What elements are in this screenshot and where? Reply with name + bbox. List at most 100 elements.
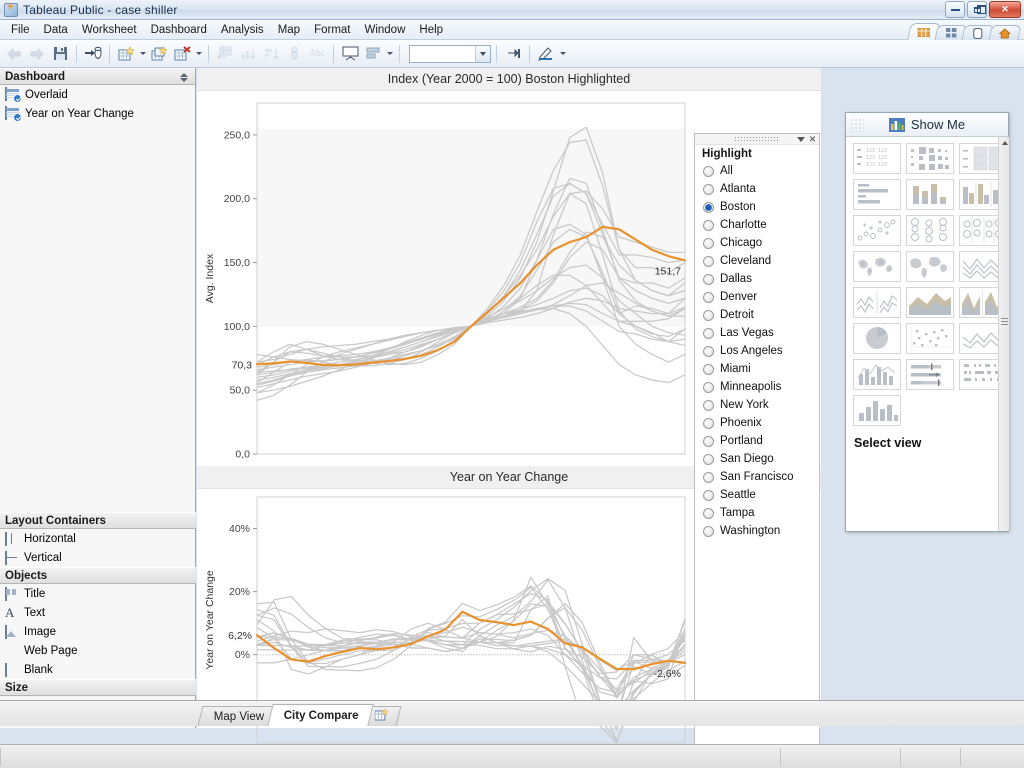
radio-button[interactable] [703, 201, 714, 213]
dashboard-sheet-overlaid[interactable]: Overlaid [0, 85, 195, 104]
clear-sheet-button[interactable] [171, 43, 193, 65]
radio-button[interactable] [703, 507, 714, 519]
minimize-button[interactable] [945, 1, 965, 18]
card-menu-dropdown-icon[interactable] [795, 134, 806, 145]
radio-button[interactable] [703, 237, 714, 249]
restore-button[interactable] [967, 1, 987, 18]
filled-map-thumb[interactable] [853, 251, 901, 282]
highlight-option-washington[interactable]: Washington [695, 522, 819, 540]
tab-city-compare[interactable]: City Compare [267, 704, 374, 726]
scrollbar-grip[interactable] [1001, 318, 1008, 327]
highlight-option-san-diego[interactable]: San Diego [695, 450, 819, 468]
radio-button[interactable] [703, 399, 714, 411]
menu-item-help[interactable]: Help [412, 22, 450, 38]
menu-item-format[interactable]: Format [307, 22, 357, 38]
object-text[interactable]: A Text [0, 603, 196, 622]
radio-button[interactable] [703, 363, 714, 375]
menu-item-file[interactable]: File [4, 22, 37, 38]
radio-button[interactable] [703, 435, 714, 447]
drag-grip-icon[interactable] [850, 118, 864, 132]
radio-button[interactable] [703, 471, 714, 483]
menu-item-dashboard[interactable]: Dashboard [144, 22, 214, 38]
horizontal-bar-thumb[interactable] [853, 179, 901, 210]
fit-combo[interactable] [409, 44, 491, 63]
swap-rows-columns-button[interactable] [214, 43, 236, 65]
highlight-option-boston[interactable]: Boston [695, 198, 819, 216]
new-worksheet-dropdown[interactable] [138, 43, 147, 65]
highlight-option-denver[interactable]: Denver [695, 288, 819, 306]
sort-descending-button[interactable] [260, 43, 282, 65]
format-button[interactable] [535, 43, 557, 65]
radio-button[interactable] [703, 291, 714, 303]
show-me-scrollbar[interactable] [998, 137, 1009, 531]
tab-map-view[interactable]: Map View [197, 706, 279, 726]
object-web-page[interactable]: Web Page [0, 641, 196, 660]
highlight-option-miami[interactable]: Miami [695, 360, 819, 378]
circle-view-thumb[interactable] [906, 215, 954, 246]
dashboard-sheet-year-on-year-change[interactable]: Year on Year Change [0, 104, 195, 123]
back-button[interactable] [3, 43, 25, 65]
highlight-option-new-york[interactable]: New York [695, 396, 819, 414]
highlight-option-tampa[interactable]: Tampa [695, 504, 819, 522]
connect-to-data-button[interactable] [82, 43, 104, 65]
pie-chart-thumb[interactable] [853, 323, 901, 354]
radio-button[interactable] [703, 165, 714, 177]
menu-item-window[interactable]: Window [357, 22, 412, 38]
radio-button[interactable] [703, 327, 714, 339]
highlight-option-phoenix[interactable]: Phoenix [695, 414, 819, 432]
radio-button[interactable] [703, 183, 714, 195]
close-icon[interactable]: ✕ [807, 134, 818, 145]
radio-button[interactable] [703, 417, 714, 429]
presentation-mode-button[interactable] [339, 43, 361, 65]
layout-container-horizontal[interactable]: Horizontal [0, 529, 196, 548]
format-dropdown[interactable] [558, 43, 567, 65]
highlight-option-portland[interactable]: Portland [695, 432, 819, 450]
menu-item-map[interactable]: Map [271, 22, 307, 38]
clear-sheet-dropdown[interactable] [194, 43, 203, 65]
drag-grip-icon[interactable] [734, 136, 780, 142]
text-table-thumb[interactable]: 123 123 123 123 123 123 [853, 143, 901, 174]
radio-button[interactable] [703, 255, 714, 267]
radio-button[interactable] [703, 345, 714, 357]
duplicate-sheet-button[interactable] [148, 43, 170, 65]
highlight-option-los-angeles[interactable]: Los Angeles [695, 342, 819, 360]
bullet-graph-thumb[interactable] [906, 359, 954, 390]
radio-button[interactable] [703, 525, 714, 537]
menu-item-analysis[interactable]: Analysis [214, 22, 271, 38]
menu-item-data[interactable]: Data [37, 22, 75, 38]
highlight-option-seattle[interactable]: Seattle [695, 486, 819, 504]
highlight-option-san-francisco[interactable]: San Francisco [695, 468, 819, 486]
highlight-option-all[interactable]: All [695, 162, 819, 180]
highlight-option-atlanta[interactable]: Atlanta [695, 180, 819, 198]
highlight-option-minneapolis[interactable]: Minneapolis [695, 378, 819, 396]
object-blank[interactable]: Blank [0, 660, 196, 679]
line-continuous-thumb[interactable] [853, 287, 901, 318]
area-continuous-thumb[interactable] [906, 287, 954, 318]
sort-spinner-icon[interactable] [179, 71, 189, 83]
dual-combination-thumb[interactable] [853, 359, 901, 390]
symbol-map-thumb[interactable] [853, 215, 901, 246]
highlight-option-las-vegas[interactable]: Las Vegas [695, 324, 819, 342]
radio-button[interactable] [703, 219, 714, 231]
highlight-option-cleveland[interactable]: Cleveland [695, 252, 819, 270]
index-chart-svg[interactable]: 250,0 200,0 150,0 100,0 50,0 0,0 Avg. Index 70,… [197, 91, 691, 464]
layout-container-vertical[interactable]: Vertical [0, 548, 196, 567]
menu-item-worksheet[interactable]: Worksheet [75, 22, 144, 38]
card-header[interactable]: ✕ [695, 134, 819, 145]
home-tab[interactable] [988, 25, 1022, 40]
map-thumb[interactable] [906, 251, 954, 282]
show-me-header[interactable]: Show Me [846, 113, 1008, 137]
scatter-plot-thumb[interactable] [906, 323, 954, 354]
chevron-down-icon[interactable] [475, 45, 490, 62]
save-button[interactable] [49, 43, 71, 65]
new-worksheet-button[interactable] [115, 43, 137, 65]
highlighter-button[interactable] [283, 43, 305, 65]
highlight-option-charlotte[interactable]: Charlotte [695, 216, 819, 234]
heat-map-thumb[interactable] [906, 143, 954, 174]
close-button[interactable]: ✕ [989, 1, 1021, 18]
highlight-option-detroit[interactable]: Detroit [695, 306, 819, 324]
highlight-option-chicago[interactable]: Chicago [695, 234, 819, 252]
fix-axes-button[interactable] [502, 43, 524, 65]
radio-button[interactable] [703, 309, 714, 321]
fit-button[interactable] [362, 43, 384, 65]
